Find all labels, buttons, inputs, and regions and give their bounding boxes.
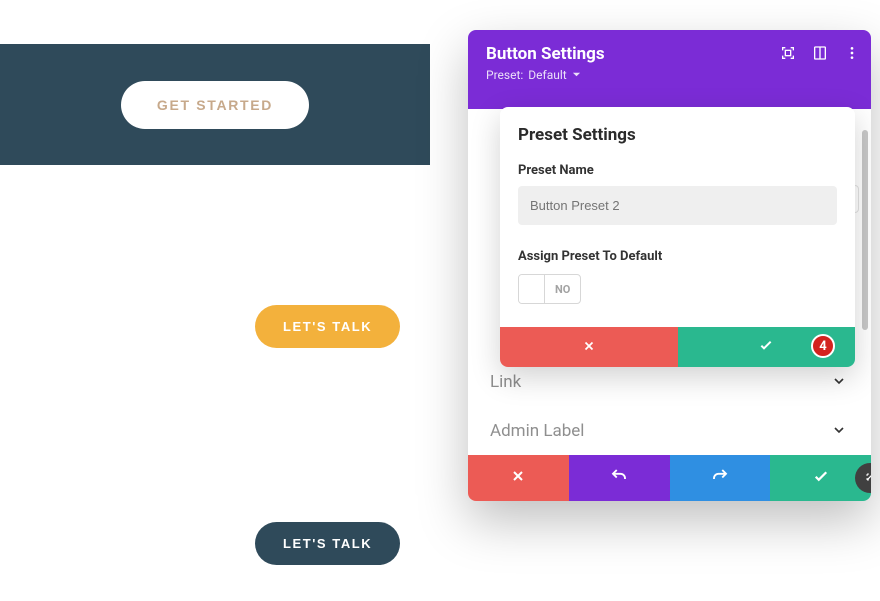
accordion-link-label: Link [490, 372, 521, 392]
lets-talk-button-orange[interactable]: LET'S TALK [255, 305, 400, 348]
chevron-down-icon [572, 68, 581, 82]
accordion-list: Link Admin Label [468, 367, 871, 455]
row-2: LET'S TALK [255, 305, 400, 348]
preset-dropdown[interactable]: Preset: Default [486, 68, 581, 82]
close-icon [582, 338, 596, 357]
footer-redo-button[interactable] [670, 455, 771, 501]
preset-settings-popover: Preset Settings Preset Name 3 Assign Pre… [500, 107, 855, 367]
accordion-admin-label-text: Admin Label [490, 421, 584, 441]
preset-name-label: Preset Name [500, 153, 855, 186]
scrollbar-thumb[interactable] [862, 130, 868, 330]
panel-scrollbar[interactable] [862, 130, 868, 470]
responsive-icon[interactable] [811, 44, 829, 62]
assign-default-toggle[interactable]: NO [518, 274, 581, 304]
undo-icon [610, 467, 628, 489]
footer-cancel-button[interactable] [468, 455, 569, 501]
redo-icon [711, 467, 729, 489]
preset-confirm-button[interactable]: 4 [678, 327, 856, 367]
preset-name-input[interactable] [518, 186, 837, 225]
close-icon [510, 468, 526, 488]
menu-dots-icon[interactable] [843, 44, 861, 62]
preset-cancel-button[interactable] [500, 327, 678, 367]
assign-default-label: Assign Preset To Default [500, 241, 855, 274]
row-3: LET'S TALK [255, 522, 400, 565]
step-badge-4: 4 [811, 334, 835, 358]
toggle-knob [519, 275, 545, 303]
check-icon [758, 337, 774, 357]
toggle-state-text: NO [545, 283, 580, 296]
lets-talk-button-dark[interactable]: LET'S TALK [255, 522, 400, 565]
panel-header: Button Settings Preset: Default [468, 30, 871, 95]
expand-icon[interactable] [779, 44, 797, 62]
accordion-admin-label[interactable]: Admin Label [468, 406, 871, 455]
footer-undo-button[interactable] [569, 455, 670, 501]
accordion-link[interactable]: Link [468, 365, 871, 406]
chevron-down-icon [831, 373, 849, 391]
preset-prefix: Preset: [486, 68, 523, 82]
preset-popover-heading: Preset Settings [500, 107, 855, 153]
hero-band: GET STARTED [0, 44, 430, 165]
get-started-button[interactable]: GET STARTED [121, 81, 309, 129]
panel-footer-actions [468, 455, 871, 501]
button-settings-panel: Button Settings Preset: Default r ⋮ Pres… [468, 30, 871, 501]
preset-popover-actions: 4 [500, 327, 855, 367]
resize-icon [863, 469, 871, 488]
preset-current: Default [528, 68, 566, 82]
check-icon [812, 467, 830, 489]
panel-header-actions [779, 44, 861, 62]
chevron-down-icon [831, 422, 849, 440]
